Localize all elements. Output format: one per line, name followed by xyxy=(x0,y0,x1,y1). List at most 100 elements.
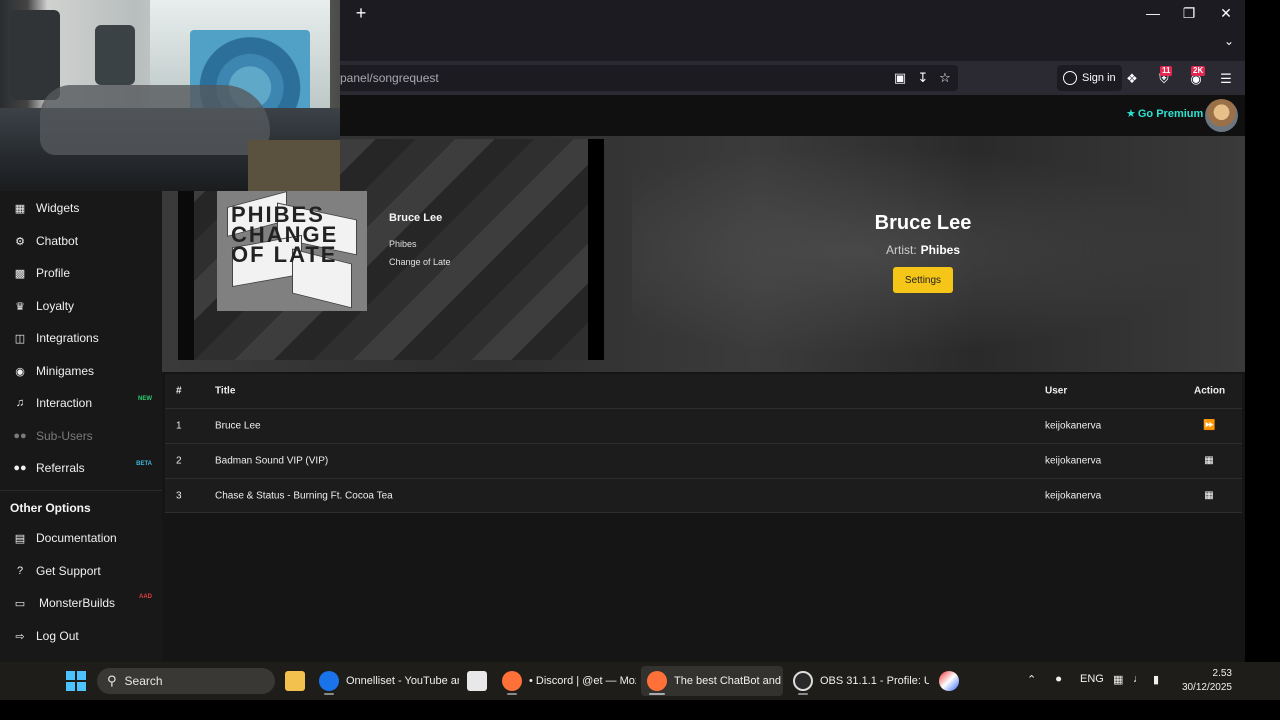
screen-bottom-edge xyxy=(0,700,1280,720)
new-tag: NEW xyxy=(138,396,152,402)
extensions-icon[interactable]: ❖ xyxy=(1123,70,1141,88)
sidebar-item-label: Loyalty xyxy=(36,299,75,313)
webcam-clothes xyxy=(10,10,60,100)
star-icon: ★ xyxy=(1126,108,1136,120)
trash-icon[interactable]: ▦ xyxy=(1203,490,1215,502)
go-premium-link[interactable]: ★ Go Premium xyxy=(1126,107,1203,121)
scroll-icon: ▤ xyxy=(14,532,26,545)
sidebar-item-loyalty[interactable]: ♛ Loyalty xyxy=(0,291,162,321)
sign-in-label: Sign in xyxy=(1082,72,1116,84)
battery-icon[interactable]: ▮ xyxy=(1153,673,1159,686)
taskbar-app-firefox-discord[interactable]: • Discord | @et — Mozil xyxy=(496,666,636,696)
desktop-screen: + — ❐ ✕ ⌄ panel/songrequest ▣ ↧ ☆ Sign i… xyxy=(0,0,1280,720)
tab-list-chevron-icon[interactable]: ⌄ xyxy=(1219,34,1239,52)
sidebar-item-log-out[interactable]: ⇨ Log Out xyxy=(0,621,162,651)
microphone-icon[interactable]: ⚫ xyxy=(1054,673,1063,686)
store-icon xyxy=(467,671,487,691)
firefox-icon xyxy=(647,671,667,691)
download-icon[interactable]: ↧ xyxy=(915,70,931,86)
song-queue-table: # Title User Action 1 Bruce Lee keijokan… xyxy=(165,374,1242,513)
laptop-icon: ▭ xyxy=(14,597,26,610)
sidebar-item-label: Get Support xyxy=(36,564,101,578)
taskbar: ⚲ Search Onnelliset - YouTube an • Disco… xyxy=(0,662,1280,700)
system-clock[interactable]: 2.53 30/12/2025 xyxy=(1172,667,1232,695)
sidebar-item-referrals[interactable]: ●● Referrals BETA xyxy=(0,453,162,483)
taskbar-app-obs[interactable]: OBS 31.1.1 - Profile: Unti xyxy=(787,666,929,696)
webcam-overlay xyxy=(0,0,340,191)
running-indicator xyxy=(507,693,517,695)
sidebar-item-label: Documentation xyxy=(36,531,117,545)
skip-icon[interactable]: ⏩ xyxy=(1203,420,1215,432)
sign-in-button[interactable]: Sign in xyxy=(1057,65,1122,91)
player-edge xyxy=(588,139,604,360)
sidebar-item-label: Log Out xyxy=(36,629,79,643)
close-window-button[interactable]: ✕ xyxy=(1214,4,1238,22)
webcam-person xyxy=(40,85,270,155)
ad-tag: AAD xyxy=(139,594,152,600)
volume-icon[interactable]: ♩ xyxy=(1133,673,1144,685)
taskbar-search[interactable]: ⚲ Search xyxy=(97,668,275,694)
row-user: keijokanerva xyxy=(1045,420,1102,432)
search-icon: ⚲ xyxy=(107,673,117,688)
url-bar[interactable]: panel/songrequest ▣ ↧ ☆ xyxy=(330,65,958,91)
sidebar-item-monsterbuilds[interactable]: ▭ MonsterBuilds AAD xyxy=(0,588,162,618)
sidebar-item-label: Referrals xyxy=(36,461,85,475)
row-num: 1 xyxy=(176,420,182,432)
sidebar-item-label: Minigames xyxy=(36,364,95,378)
table-row: 3 Chase & Status - Burning Ft. Cocoa Tea… xyxy=(165,478,1242,513)
store-button[interactable] xyxy=(465,666,489,696)
new-tab-button[interactable]: + xyxy=(352,4,370,22)
player-artist: Phibes xyxy=(389,239,417,249)
gamepad-icon: ◉ xyxy=(15,365,25,378)
taskbar-app-firefox-chatbot[interactable]: The best ChatBot and W xyxy=(641,666,783,696)
sidebar-item-integrations[interactable]: ◫ Integrations xyxy=(0,323,162,353)
table-row: 1 Bruce Lee keijokanerva ⏩ xyxy=(165,408,1242,443)
active-indicator xyxy=(649,693,665,695)
taskbar-app-label: OBS 31.1.1 - Profile: Unti xyxy=(820,675,929,687)
windows-start-icon[interactable] xyxy=(66,671,86,691)
sidebar-item-minigames[interactable]: ◉ Minigames xyxy=(0,356,162,386)
file-explorer-button[interactable] xyxy=(283,666,307,696)
sidebar-item-widgets[interactable]: ▦ Widgets xyxy=(0,193,162,223)
minimize-button[interactable]: — xyxy=(1141,4,1165,22)
settings-button[interactable]: Settings xyxy=(893,267,953,293)
menu-hamburger-icon[interactable]: ☰ xyxy=(1217,70,1235,88)
row-num: 3 xyxy=(176,490,182,501)
row-title: Bruce Lee xyxy=(215,420,261,432)
app-icon xyxy=(939,671,959,691)
firefox-icon xyxy=(502,671,522,691)
taskbar-app-label: Onnelliset - YouTube an xyxy=(346,675,459,687)
beta-tag: BETA xyxy=(136,461,152,467)
bookmark-star-icon[interactable]: ☆ xyxy=(937,70,953,86)
sidebar-item-sub-users[interactable]: ●● Sub-Users xyxy=(0,421,162,451)
sidebar-item-chatbot[interactable]: ⚙ Chatbot xyxy=(0,226,162,256)
sidebar-item-documentation[interactable]: ▤ Documentation xyxy=(0,523,162,553)
picture-in-picture-icon[interactable]: ▣ xyxy=(892,70,908,86)
sidebar-item-profile[interactable]: ▩ Profile xyxy=(0,258,162,288)
restore-button[interactable]: ❐ xyxy=(1177,4,1201,22)
header-action: Action xyxy=(1194,385,1226,397)
avatar[interactable] xyxy=(1205,99,1238,132)
network-icon[interactable]: ▦ xyxy=(1113,673,1123,686)
webcam-shelf xyxy=(248,140,340,191)
trash-icon[interactable]: ▦ xyxy=(1203,455,1215,467)
sidebar-item-get-support[interactable]: ? Get Support xyxy=(0,556,162,586)
url-text[interactable]: panel/songrequest xyxy=(340,71,439,85)
sidebar-item-label: Widgets xyxy=(36,201,80,215)
sidebar-item-label: Sub-Users xyxy=(36,429,93,443)
running-indicator xyxy=(324,693,334,695)
taskbar-app-edge[interactable]: Onnelliset - YouTube an xyxy=(313,666,459,696)
language-indicator[interactable]: ENG xyxy=(1080,673,1104,685)
extension-badge: 11 xyxy=(1160,66,1173,76)
users-icon: ●● xyxy=(13,430,27,442)
edge-icon xyxy=(319,671,339,691)
sidebar-item-interaction[interactable]: ♫ Interaction NEW xyxy=(0,388,162,418)
sidebar-item-label: MonsterBuilds xyxy=(39,596,116,610)
music-note-icon: ♫ xyxy=(15,397,25,409)
taskbar-app-pinned[interactable] xyxy=(936,666,962,696)
album-art: PHIBES CHANGE OF LATE xyxy=(217,191,367,311)
sidebar-item-label: Interaction xyxy=(36,396,93,410)
tray-overflow-chevron-icon[interactable]: ⌃ xyxy=(1027,673,1036,686)
player-song-title: Bruce Lee xyxy=(389,212,443,224)
id-card-icon: ▩ xyxy=(14,267,26,280)
